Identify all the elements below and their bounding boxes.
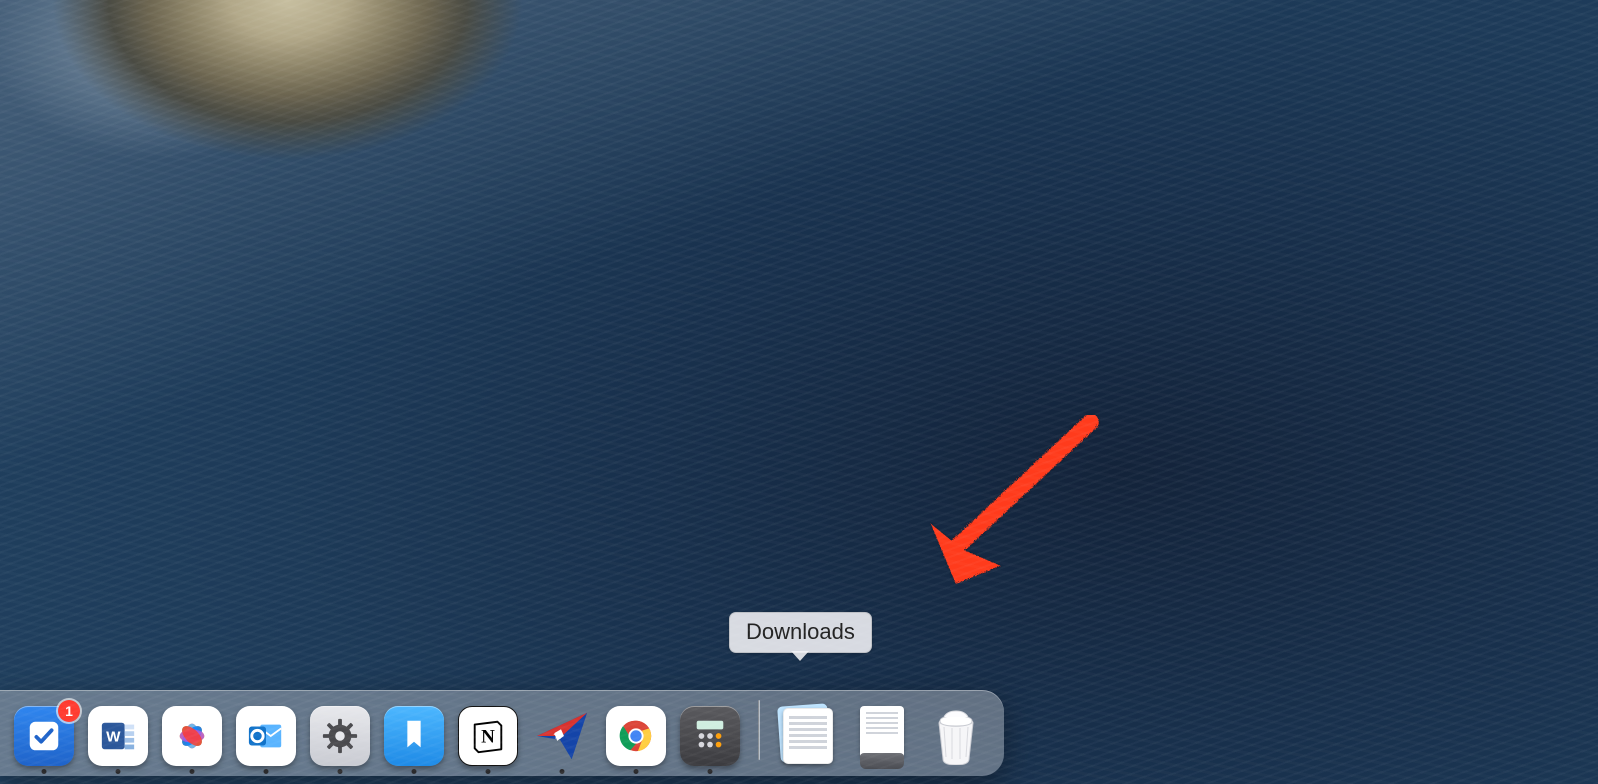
- running-indicator: [338, 769, 343, 774]
- dock-app-tracker[interactable]: [532, 706, 592, 766]
- dock-app-chrome[interactable]: [606, 706, 666, 766]
- running-indicator: [486, 769, 491, 774]
- svg-text:W: W: [106, 729, 121, 746]
- printer-document-icon: [857, 706, 907, 766]
- dock: 1 W: [0, 690, 1004, 776]
- word-icon: W: [99, 717, 137, 755]
- notion-icon: N: [469, 717, 507, 755]
- checkbox-icon: [25, 717, 63, 755]
- desktop-wallpaper: Downloads 1 W: [0, 0, 1598, 784]
- dock-app-word[interactable]: W: [88, 706, 148, 766]
- calculator-icon: [691, 717, 729, 755]
- running-indicator: [264, 769, 269, 774]
- photos-icon: [173, 717, 211, 755]
- svg-text:N: N: [481, 727, 495, 748]
- notification-badge: 1: [58, 700, 80, 722]
- dock-app-photos[interactable]: [162, 706, 222, 766]
- running-indicator: [412, 769, 417, 774]
- dock-app-calculator[interactable]: [680, 706, 740, 766]
- running-indicator: [634, 769, 639, 774]
- dock-app-outlook[interactable]: [236, 706, 296, 766]
- dock-tooltip-label: Downloads: [746, 619, 855, 644]
- trash-icon: [930, 707, 982, 765]
- running-indicator: [190, 769, 195, 774]
- running-indicator: [116, 769, 121, 774]
- dock-app-system-preferences[interactable]: [310, 706, 370, 766]
- dock-trash[interactable]: [926, 706, 986, 766]
- document-stack-icon: [783, 708, 833, 764]
- running-indicator: [708, 769, 713, 774]
- outlook-icon: [247, 717, 285, 755]
- gear-icon: [321, 717, 359, 755]
- running-indicator: [42, 769, 47, 774]
- dock-stack-downloads[interactable]: [778, 706, 838, 766]
- navigation-icon: [533, 707, 591, 765]
- dock-tooltip: Downloads: [729, 612, 872, 653]
- dock-stack-documents[interactable]: [852, 706, 912, 766]
- chrome-icon: [617, 717, 655, 755]
- dock-app-journal[interactable]: [384, 706, 444, 766]
- dock-app-things[interactable]: 1: [14, 706, 74, 766]
- annotation-arrow-icon: [900, 415, 1100, 595]
- dock-app-notion[interactable]: N: [458, 706, 518, 766]
- bookmark-icon: [395, 717, 433, 755]
- running-indicator: [560, 769, 565, 774]
- dock-separator: [758, 700, 760, 760]
